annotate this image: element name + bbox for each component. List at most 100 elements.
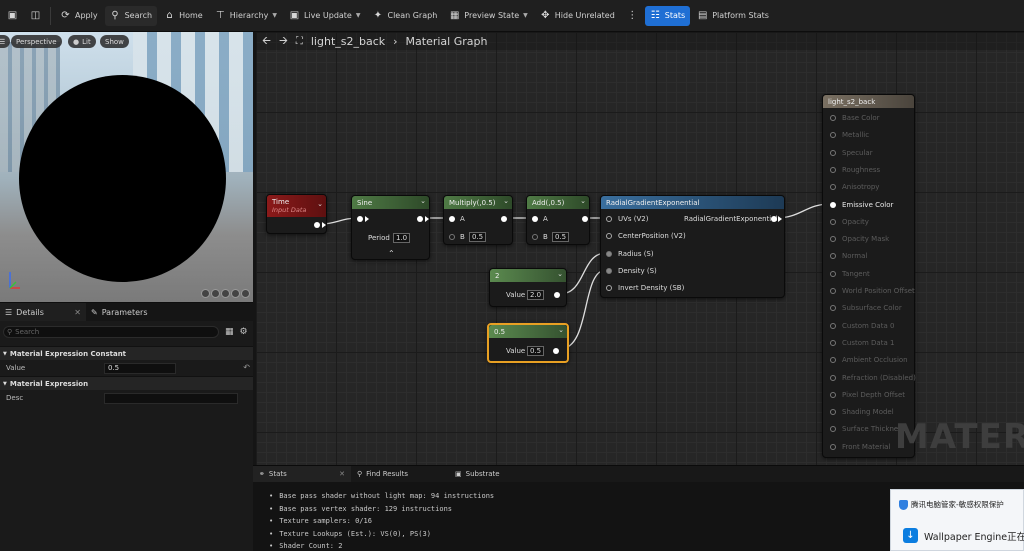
node-multiply-b-pin[interactable] (449, 234, 455, 240)
node-time-output-pin[interactable] (314, 222, 320, 228)
mesh-preview-button[interactable] (241, 289, 250, 298)
search-button[interactable]: ⚲ Search (104, 5, 158, 26)
hierarchy-dropdown[interactable]: ⊤ Hierarchy ▼ (210, 6, 282, 26)
material-pin-emissive-color[interactable] (830, 201, 836, 208)
node-constant-05-field[interactable]: 0.5 (527, 346, 545, 356)
live-update-dropdown[interactable]: ▣ Live Update ▼ (284, 6, 365, 26)
node-sine-input-pin[interactable] (357, 216, 363, 222)
save-button[interactable]: ▣ (2, 6, 23, 26)
clean-graph-button[interactable]: ✦ Clean Graph (367, 6, 442, 26)
collapse-arrow-icon[interactable]: ⌃ (388, 249, 395, 258)
preview-state-dropdown[interactable]: ▦ Preview State ▼ (444, 6, 532, 26)
tab-parameters[interactable]: ✎ Parameters (86, 303, 153, 321)
node-radial-density-pin[interactable] (606, 268, 612, 274)
material-pin-refraction-disabled[interactable] (830, 374, 836, 381)
material-pin-opacity-mask[interactable] (830, 236, 836, 243)
material-pin-subsurface-color[interactable] (830, 305, 836, 312)
material-pin-base-color[interactable] (830, 115, 836, 121)
node-radial-center-pin[interactable] (606, 233, 612, 239)
node-constant-2-output-pin[interactable] (554, 292, 560, 298)
gear-icon[interactable]: ⚙ (240, 327, 248, 337)
lit-button[interactable]: ● Lit (68, 35, 96, 48)
node-material-output[interactable]: light_s2_back Base Color Metallic Specular… (822, 94, 916, 458)
more-options-button[interactable]: ⋮ (622, 6, 643, 26)
material-pin-roughness[interactable] (830, 166, 836, 173)
node-radial-invert-pin[interactable] (606, 285, 612, 291)
tab-stats[interactable]: ⚭ Stats ✕ (253, 466, 351, 482)
node-multiply-a-pin[interactable] (449, 216, 455, 222)
chevron-down-icon[interactable]: ⌄ (420, 197, 426, 205)
material-pin-pixel-depth-offset[interactable] (830, 391, 836, 398)
node-constant-05-output-pin[interactable] (553, 348, 559, 354)
node-multiply-b-field[interactable]: 0.5 (469, 232, 487, 242)
node-radial-radius-pin[interactable] (606, 251, 612, 257)
node-sine-output-pin[interactable] (417, 216, 423, 222)
node-radial-output-pin[interactable] (771, 216, 777, 222)
cube-preview-button[interactable] (231, 289, 240, 298)
platform-stats-button[interactable]: ▤ Platform Stats (692, 6, 774, 26)
chevron-down-icon[interactable]: ⌄ (503, 197, 509, 205)
node-add-b-pin[interactable] (532, 234, 538, 240)
node-sine-period-field[interactable]: 1.0 (393, 233, 411, 243)
node-radial-gradient[interactable]: RadialGradientExponential UVs (V2) Cente… (600, 195, 785, 298)
close-icon[interactable]: ✕ (74, 308, 81, 317)
material-pin-opacity[interactable] (830, 218, 836, 225)
node-add-output-pin[interactable] (582, 216, 588, 222)
node-constant-2-field[interactable]: 2.0 (527, 290, 545, 300)
material-graph-canvas[interactable]: 🡨 🡪 ⛶ light_s2_back › Material Graph Tim… (256, 32, 1024, 465)
material-pin-ambient-occlusion[interactable] (830, 357, 836, 364)
node-multiply-output-pin[interactable] (501, 216, 507, 222)
perspective-button[interactable]: Perspective (11, 35, 62, 48)
breadcrumb-asset[interactable]: light_s2_back (311, 35, 385, 48)
plane-preview-button[interactable] (221, 289, 230, 298)
node-time[interactable]: Time Input Data ⌄ (266, 194, 327, 234)
hide-unrelated-button[interactable]: ✥ Hide Unrelated (535, 6, 620, 26)
system-notification-toast[interactable]: 腾讯电脑管家-敏感权限保护 ↓ Wallpaper Engine正在 (890, 489, 1024, 551)
home-button[interactable]: ⌂ Home (159, 6, 208, 26)
node-constant-05[interactable]: 0.5 ⌄ Value 0.5 (487, 323, 569, 363)
forward-arrow-icon[interactable]: 🡪 (279, 32, 288, 51)
chevron-down-icon[interactable]: ⌄ (317, 200, 323, 208)
node-multiply[interactable]: Multiply(,0.5) ⌄ A B 0.5 (443, 195, 513, 245)
details-search-input[interactable]: ⚲ Search (3, 326, 219, 338)
sphere-preview-button[interactable] (211, 289, 220, 298)
material-pin-specular[interactable] (830, 149, 836, 156)
stats-button[interactable]: ☷ Stats (644, 5, 691, 26)
material-pin-custom-data-0[interactable] (830, 322, 836, 329)
preview-viewport[interactable]: ☰ Perspective ● Lit Show (0, 32, 253, 302)
node-constant-2[interactable]: 2 ⌄ Value 2.0 (489, 268, 567, 307)
browse-button[interactable]: ◫ (25, 6, 46, 26)
tab-find-results[interactable]: ⚲ Find Results (351, 466, 449, 482)
tab-substrate[interactable]: ▣ Substrate (449, 466, 547, 482)
chevron-down-icon[interactable]: ⌄ (557, 270, 563, 278)
material-pin-surface-thickness[interactable] (830, 426, 836, 433)
node-add[interactable]: Add(,0.5) ⌄ A B 0.5 (526, 195, 590, 245)
tab-details[interactable]: ☰ Details ✕ (0, 303, 86, 321)
material-pin-world-position-offset[interactable] (830, 288, 836, 294)
material-pin-front-material[interactable] (830, 443, 836, 450)
node-sine[interactable]: Sine ⌄ Period 1.0 ⌃ (351, 195, 430, 260)
chevron-down-icon[interactable]: ⌄ (558, 326, 564, 334)
value-property-input[interactable]: 0.5 (104, 362, 176, 374)
cylinder-preview-button[interactable] (201, 289, 210, 298)
apply-button[interactable]: ⟳ Apply (55, 6, 103, 26)
material-pin-anisotropy[interactable] (830, 184, 836, 191)
node-add-a-pin[interactable] (532, 216, 538, 222)
back-arrow-icon[interactable]: 🡨 (262, 32, 271, 51)
material-pin-shading-model[interactable] (830, 409, 836, 416)
show-button[interactable]: Show (100, 35, 129, 48)
table-view-icon[interactable]: ▦ (225, 327, 234, 337)
category-expression[interactable]: ▼ Material Expression (0, 376, 253, 390)
toast-line2: Wallpaper Engine正在 (924, 531, 1024, 543)
node-add-b-field[interactable]: 0.5 (552, 232, 570, 242)
node-radial-uvs-pin[interactable] (606, 216, 612, 222)
material-pin-metallic[interactable] (830, 132, 836, 139)
desc-property-input[interactable] (104, 392, 238, 404)
category-expression-constant[interactable]: ▼ Material Expression Constant (0, 346, 253, 360)
material-pin-normal[interactable] (830, 253, 836, 260)
material-pin-custom-data-1[interactable] (830, 339, 836, 346)
reset-to-default-icon[interactable]: ↶ (243, 363, 250, 372)
close-icon[interactable]: ✕ (339, 470, 345, 478)
chevron-down-icon[interactable]: ⌄ (580, 197, 586, 205)
material-pin-tangent[interactable] (830, 270, 836, 277)
